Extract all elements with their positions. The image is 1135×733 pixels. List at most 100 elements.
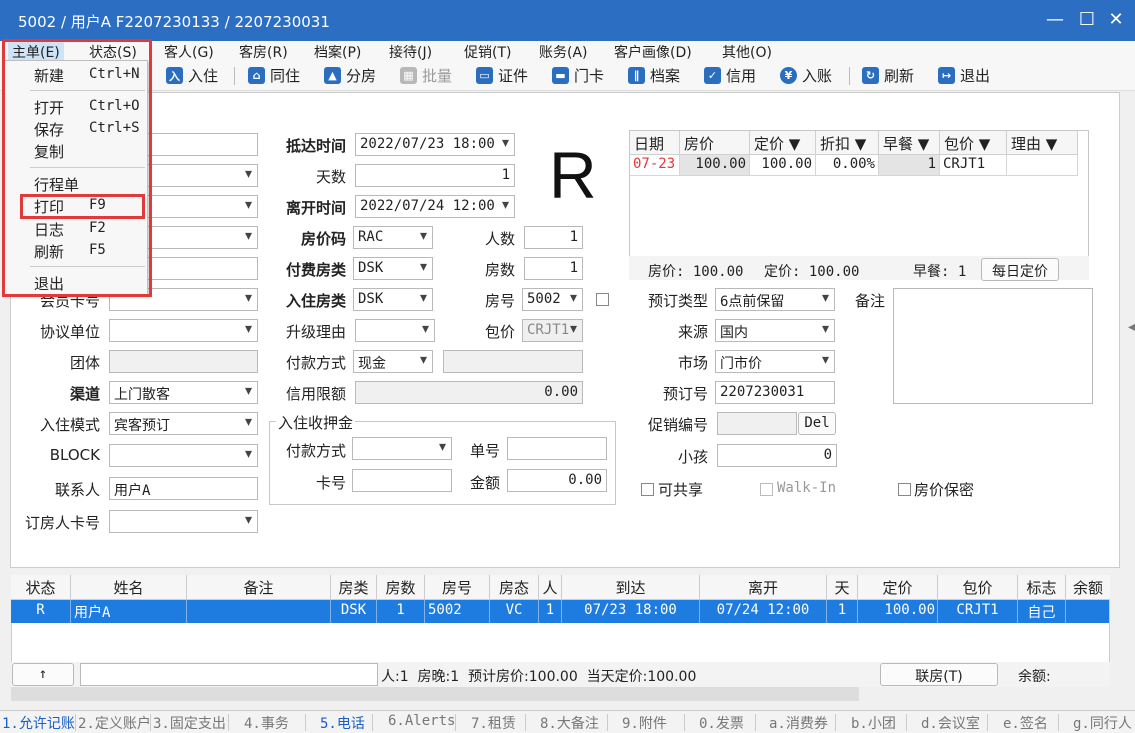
rate-cell-reason[interactable]	[1007, 155, 1078, 176]
daily-rate-button[interactable]: 每日定价	[981, 258, 1059, 281]
menu-customer-profile[interactable]: 客户画像(D)	[614, 42, 692, 62]
minimize-icon[interactable]: —	[1043, 9, 1067, 30]
deposit-pay-select[interactable]	[352, 437, 452, 460]
rate-cell-fixed[interactable]: 100.00	[750, 155, 816, 176]
menu-room[interactable]: 客房(R)	[239, 42, 288, 62]
col-persons[interactable]: 人	[539, 575, 562, 600]
agreement-select[interactable]	[109, 319, 258, 342]
booker-card-select[interactable]	[109, 510, 258, 533]
share-button[interactable]: ⌂ 同住	[248, 65, 300, 86]
tab-signature[interactable]: e.签名	[1003, 713, 1048, 733]
persons-field[interactable]: 1	[524, 226, 583, 249]
col-status[interactable]: 状态	[11, 575, 71, 600]
credit-field[interactable]: 0.00	[355, 381, 583, 404]
rate-cell-rate[interactable]: 100.00	[680, 155, 750, 176]
tab-attachments[interactable]: 9.附件	[622, 713, 667, 733]
menu-accounts[interactable]: 账务(A)	[539, 42, 588, 62]
tab-lease[interactable]: 7.租赁	[471, 713, 516, 733]
market-select[interactable]: 门市价	[715, 350, 835, 373]
package-select[interactable]: CRJT1	[522, 319, 583, 342]
booking-no-field[interactable]: 2207230031	[715, 381, 835, 404]
credit-button[interactable]: ✓ 信用	[704, 65, 756, 86]
depart-select[interactable]: 2022/07/24 12:00	[355, 195, 515, 218]
join-room-button[interactable]: 联房(T)	[880, 663, 998, 686]
rate-col-rate[interactable]: 房价	[680, 131, 750, 155]
tab-define-account[interactable]: 2.定义账户	[78, 713, 151, 733]
checkin-room-select[interactable]: DSK	[353, 288, 433, 311]
tab-small-group[interactable]: b.小团	[851, 713, 896, 733]
child-field[interactable]: 0	[717, 444, 837, 467]
del-button[interactable]: Del	[798, 412, 836, 435]
col-room-state[interactable]: 房态	[490, 575, 539, 600]
rate-col-breakfast[interactable]: 早餐 ▼	[879, 131, 940, 155]
tab-fixed-expense[interactable]: 3.固定支出	[153, 713, 226, 733]
upgrade-select[interactable]	[355, 319, 435, 342]
tab-affairs[interactable]: 4.事务	[244, 713, 289, 733]
deposit-card-field[interactable]	[352, 469, 452, 492]
tab-phone[interactable]: 5.电话	[320, 713, 365, 733]
maximize-icon[interactable]: ☐	[1075, 9, 1099, 30]
tab-meeting-room[interactable]: d.会议室	[921, 713, 980, 733]
col-fixed-rate[interactable]: 定价	[858, 575, 938, 600]
room-no-select[interactable]: 5002	[522, 288, 583, 311]
tab-alerts[interactable]: 6.Alerts	[388, 713, 455, 729]
col-package[interactable]: 包价	[938, 575, 1018, 600]
id-card-button[interactable]: ▭ 证件	[476, 65, 528, 86]
col-depart[interactable]: 离开	[700, 575, 827, 600]
batch-button[interactable]: ▦ 批量	[400, 65, 452, 86]
channel-select[interactable]: 上门散客	[109, 381, 258, 404]
rate-col-fixed[interactable]: 定价 ▼	[750, 131, 816, 155]
door-card-button[interactable]: ▬ 门卡	[552, 65, 604, 86]
source-select[interactable]: 国内	[715, 319, 835, 342]
rate-col-discount[interactable]: 折扣 ▼	[816, 131, 879, 155]
rate-secret-checkbox[interactable]	[898, 483, 911, 496]
room-no-checkbox[interactable]	[596, 293, 609, 306]
tab-big-remark[interactable]: 8.大备注	[540, 713, 599, 733]
rate-col-package[interactable]: 包价 ▼	[940, 131, 1007, 155]
menu-promotion[interactable]: 促销(T)	[464, 42, 511, 62]
col-arrive[interactable]: 到达	[562, 575, 700, 600]
deposit-single-field[interactable]	[507, 437, 607, 460]
checkin-mode-select[interactable]: 宾客预订	[109, 412, 258, 435]
tab-coupons[interactable]: a.消费券	[769, 713, 828, 733]
rate-code-select[interactable]: RAC	[353, 226, 433, 249]
rooms-field[interactable]: 1	[524, 257, 583, 280]
refresh-button[interactable]: ↻ 刷新	[862, 65, 914, 86]
tab-companions[interactable]: g.同行人	[1073, 713, 1132, 733]
footer-input[interactable]	[80, 663, 378, 686]
remark-field[interactable]	[893, 288, 1093, 404]
assign-room-button[interactable]: ▲ 分房	[324, 65, 376, 86]
archive-button[interactable]: ∥ 档案	[628, 65, 680, 86]
promo-field[interactable]	[717, 412, 797, 435]
arrive-select[interactable]: 2022/07/23 18:00	[355, 133, 515, 156]
table-row[interactable]: R 用户A DSK 1 5002 VC 1 07/23 18:00 07/24 …	[11, 600, 1109, 623]
col-room-type[interactable]: 房类	[331, 575, 377, 600]
pay-method-select[interactable]: 现金	[353, 350, 433, 373]
rate-col-date[interactable]: 日期	[630, 131, 680, 155]
col-remark[interactable]: 备注	[187, 575, 331, 600]
deposit-amount-field[interactable]: 0.00	[507, 469, 607, 492]
pay-method-detail[interactable]	[443, 350, 583, 373]
rate-cell-package[interactable]: CRJT1	[940, 155, 1007, 176]
post-button[interactable]: ¥ 入账	[780, 65, 832, 86]
block-select[interactable]	[109, 444, 258, 467]
book-type-select[interactable]: 6点前保留	[715, 288, 835, 311]
pay-room-select[interactable]: DSK	[353, 257, 433, 280]
group-field[interactable]	[109, 350, 258, 373]
shareable-checkbox[interactable]	[641, 483, 654, 496]
rate-cell-discount[interactable]: 0.00%	[816, 155, 879, 176]
col-name[interactable]: 姓名	[71, 575, 187, 600]
col-balance[interactable]: 余额	[1066, 575, 1110, 600]
menu-archive[interactable]: 档案(P)	[314, 42, 361, 62]
col-flag[interactable]: 标志	[1018, 575, 1066, 600]
rate-col-reason[interactable]: 理由 ▼	[1007, 131, 1078, 155]
menu-reception[interactable]: 接待(J)	[389, 42, 432, 62]
col-room-no[interactable]: 房号	[425, 575, 490, 600]
col-days[interactable]: 天	[827, 575, 858, 600]
tab-invoice[interactable]: 0.发票	[699, 713, 744, 733]
checkin-button[interactable]: 入入住	[166, 65, 218, 86]
walkin-checkbox[interactable]	[760, 483, 773, 496]
rate-cell-breakfast[interactable]: 1	[879, 155, 940, 176]
tab-allow-posting[interactable]: 1.允许记账	[2, 713, 75, 733]
close-icon[interactable]: ✕	[1104, 9, 1128, 30]
